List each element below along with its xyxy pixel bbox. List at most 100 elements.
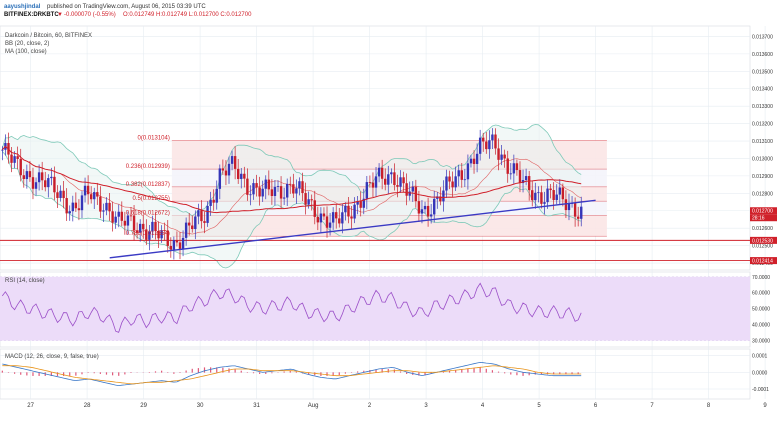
candle-body: [154, 221, 157, 231]
macd-histogram-bar: [203, 367, 206, 373]
macd-histogram-bar: [271, 372, 273, 374]
candle-body: [16, 156, 19, 159]
symbol-name[interactable]: BITFINEX:DRKBTC: [4, 12, 59, 18]
fib-label: 0.236(0.012939): [126, 164, 170, 170]
candle-body: [252, 183, 255, 195]
macd-histogram-bar: [326, 372, 328, 376]
candle-body: [558, 187, 561, 195]
macd-histogram-bar: [87, 372, 89, 373]
price-label-text: 0.012530: [752, 238, 773, 244]
macd-histogram-bar: [75, 372, 77, 376]
candle-body: [13, 156, 16, 163]
candle-body: [469, 158, 473, 164]
macd-histogram-bar: [314, 372, 316, 376]
candle-body: [267, 179, 271, 190]
candle-body: [264, 179, 267, 189]
macd-histogram-bar: [522, 372, 524, 376]
candle-body: [344, 205, 347, 213]
candle-body: [74, 202, 78, 209]
candle-body: [576, 216, 580, 219]
macd-histogram-bar: [185, 370, 187, 373]
candle-body: [142, 223, 145, 230]
candle-body: [322, 213, 326, 217]
candle-body: [117, 211, 120, 217]
candle-body: [1, 149, 4, 151]
candle-body: [426, 205, 430, 217]
candle-body: [331, 212, 335, 223]
candle-body: [478, 137, 482, 154]
candle-body: [380, 167, 384, 179]
x-tick-label: Aug: [308, 403, 319, 409]
candle-body: [77, 208, 81, 211]
candle-body: [408, 191, 411, 196]
rsi-tick-label: 30.0000: [752, 339, 770, 345]
candle-body: [319, 213, 323, 223]
candle-body: [304, 193, 307, 205]
candle-body: [25, 171, 29, 180]
macd-histogram-bar: [154, 371, 157, 373]
candle-body: [221, 168, 225, 171]
candle-body: [573, 203, 577, 217]
y-tick-label: 0.012600: [752, 226, 773, 232]
candle-body: [350, 216, 353, 219]
candle-body: [310, 199, 313, 201]
candle-body: [524, 176, 528, 181]
candle-body: [10, 154, 13, 163]
candle-body: [338, 218, 341, 224]
candle-body: [347, 205, 350, 217]
candle-body: [270, 189, 274, 197]
rsi-tick-label: 70.0000: [752, 275, 770, 281]
macd-histogram-bar: [467, 368, 469, 373]
price-label-text: 0.012414: [752, 259, 773, 265]
candle-body: [377, 167, 381, 177]
candle-body: [56, 192, 59, 198]
macd-histogram-bar: [99, 372, 101, 374]
macd-histogram-bar: [197, 368, 199, 373]
macd-histogram-bar: [399, 371, 402, 373]
macd-histogram-bar: [283, 371, 285, 373]
candle-body: [285, 183, 289, 198]
candle-body: [466, 163, 470, 180]
candle-body: [80, 195, 84, 211]
macd-histogram-bar: [473, 368, 475, 373]
candle-body: [485, 141, 488, 150]
candle-body: [540, 192, 543, 204]
macd-histogram-bar: [1, 370, 3, 373]
candle-body: [249, 194, 252, 196]
candle-body: [236, 168, 240, 179]
candle-body: [215, 188, 218, 203]
author-name[interactable]: aayushjindal: [4, 4, 41, 10]
candle-body: [454, 176, 457, 188]
candle-body: [555, 194, 558, 201]
price-label-text: 0.012700: [752, 209, 773, 215]
macd-histogram-bar: [497, 371, 500, 373]
candle-body: [53, 176, 56, 193]
candle-body: [537, 192, 540, 194]
candle-body: [313, 200, 316, 217]
x-tick-label: 28: [84, 403, 91, 409]
candle-body: [564, 199, 568, 211]
macd-histogram-bar: [148, 372, 150, 373]
candle-body: [169, 245, 173, 250]
candle-body: [295, 188, 298, 194]
candle-body: [460, 170, 463, 180]
macd-histogram-bar: [32, 372, 34, 376]
candle-body: [37, 172, 41, 183]
x-axis-labels: 27 28 29 30 31 Aug 2 3 4 5 6 7 8 9: [27, 403, 767, 409]
candle-body: [22, 175, 25, 180]
candle-body: [549, 188, 552, 191]
candle-body: [387, 174, 390, 185]
candle-body: [475, 153, 479, 164]
indicator-label-ma: MA (100, close): [5, 49, 47, 55]
candle-body: [292, 184, 295, 194]
candle-body: [561, 187, 565, 200]
candle-body: [301, 181, 304, 194]
candle-body: [34, 182, 38, 189]
candle-body: [151, 221, 154, 232]
candle-body: [316, 216, 320, 223]
rsi-tick-label: 50.0000: [752, 307, 770, 313]
candle-body: [89, 194, 93, 200]
candle-body: [62, 190, 65, 199]
x-tick-label: 27: [27, 403, 34, 409]
candle-body: [279, 186, 283, 199]
